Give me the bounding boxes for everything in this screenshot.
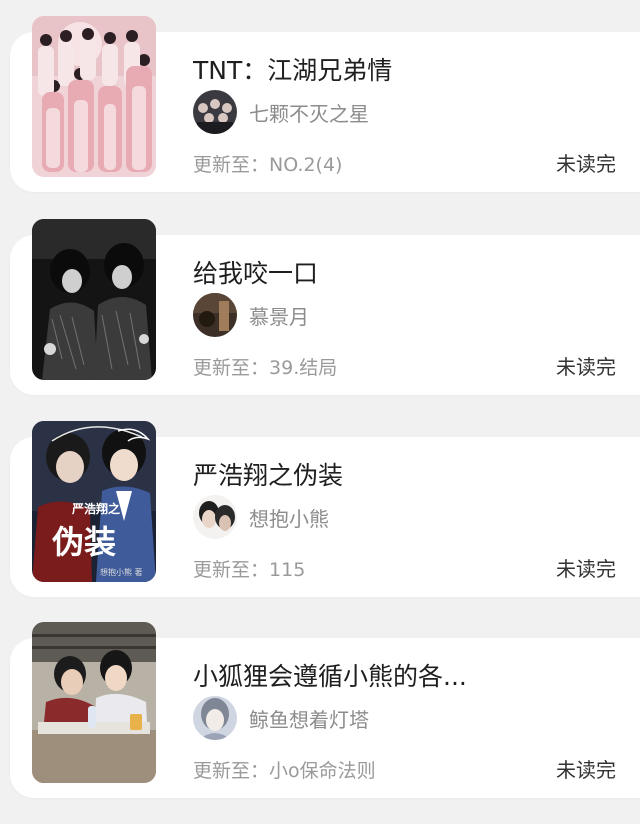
update-info: 更新至：NO.2(4) <box>193 150 342 177</box>
latest-chapter: NO.2(4) <box>269 154 343 176</box>
book-cover[interactable] <box>32 219 156 380</box>
author-avatar[interactable] <box>193 696 237 740</box>
read-status: 未读完 <box>556 152 616 176</box>
latest-chapter: 39.结局 <box>269 357 338 379</box>
author-avatar[interactable] <box>193 90 237 134</box>
read-status: 未读完 <box>556 758 616 782</box>
book-cover[interactable] <box>32 16 156 177</box>
read-status: 未读完 <box>556 557 616 581</box>
bookshelf-list: TNT：江湖兄弟情 七颗不灭之星 更新至：NO.2(4) 未读完 给我咬一口 慕… <box>0 0 640 824</box>
author-row: 想抱小熊 <box>193 495 329 539</box>
group-avatar-icon <box>193 90 237 134</box>
book-card[interactable]: 给我咬一口 慕景月 更新至：39.结局 未读完 <box>10 219 640 395</box>
author-row: 七颗不灭之星 <box>193 90 369 134</box>
author-name: 鲸鱼想着灯塔 <box>249 707 369 732</box>
book-cover[interactable] <box>32 622 156 783</box>
book-card[interactable]: 小狐狸会遵循小熊的各... 鲸鱼想着灯塔 更新至：小o保命法则 未读完 <box>10 622 640 798</box>
classroom-photo-cover-icon <box>32 622 156 783</box>
update-info: 更新至：小o保命法则 <box>193 756 376 783</box>
book-title: 给我咬一口 <box>193 259 319 288</box>
dim-room-avatar-icon <box>193 293 237 337</box>
update-prefix: 更新至： <box>193 154 270 176</box>
author-name: 慕景月 <box>249 304 309 329</box>
author-avatar[interactable] <box>193 495 237 539</box>
book-card[interactable]: 严浩翔之 伪装 想抱小熊 著 严浩翔之伪装 想抱小熊 更新至：115 未读完 <box>10 421 640 597</box>
author-avatar[interactable] <box>193 293 237 337</box>
author-row: 慕景月 <box>193 293 309 337</box>
update-prefix: 更新至： <box>193 559 270 581</box>
light-portrait-avatar-icon <box>193 696 237 740</box>
latest-chapter: 115 <box>269 559 306 581</box>
update-prefix: 更新至： <box>193 357 270 379</box>
group-photo-cover-icon <box>32 16 156 177</box>
author-row: 鲸鱼想着灯塔 <box>193 696 369 740</box>
author-name: 七颗不灭之星 <box>249 101 369 126</box>
cover-title-top: 严浩翔之 <box>71 501 120 516</box>
latest-chapter: 小o保命法则 <box>269 760 376 782</box>
cover-title-main: 伪装 <box>52 523 116 561</box>
author-name: 想抱小熊 <box>249 506 329 531</box>
update-info: 更新至：39.结局 <box>193 353 337 380</box>
book-title: 严浩翔之伪装 <box>193 461 344 490</box>
update-info: 更新至：115 <box>193 555 305 582</box>
book-title: 小狐狸会遵循小熊的各... <box>193 662 467 691</box>
book-title: TNT：江湖兄弟情 <box>193 56 393 85</box>
dark-performance-cover-icon <box>32 219 156 380</box>
read-status: 未读完 <box>556 355 616 379</box>
book-cover[interactable]: 严浩翔之 伪装 想抱小熊 著 <box>32 421 156 582</box>
cover-byline: 想抱小熊 著 <box>100 567 143 577</box>
update-prefix: 更新至： <box>193 760 270 782</box>
book-card[interactable]: TNT：江湖兄弟情 七颗不灭之星 更新至：NO.2(4) 未读完 <box>10 16 640 192</box>
dark-portrait-avatar-icon <box>193 495 237 539</box>
novel-cover-icon: 严浩翔之 伪装 想抱小熊 著 <box>32 421 156 582</box>
